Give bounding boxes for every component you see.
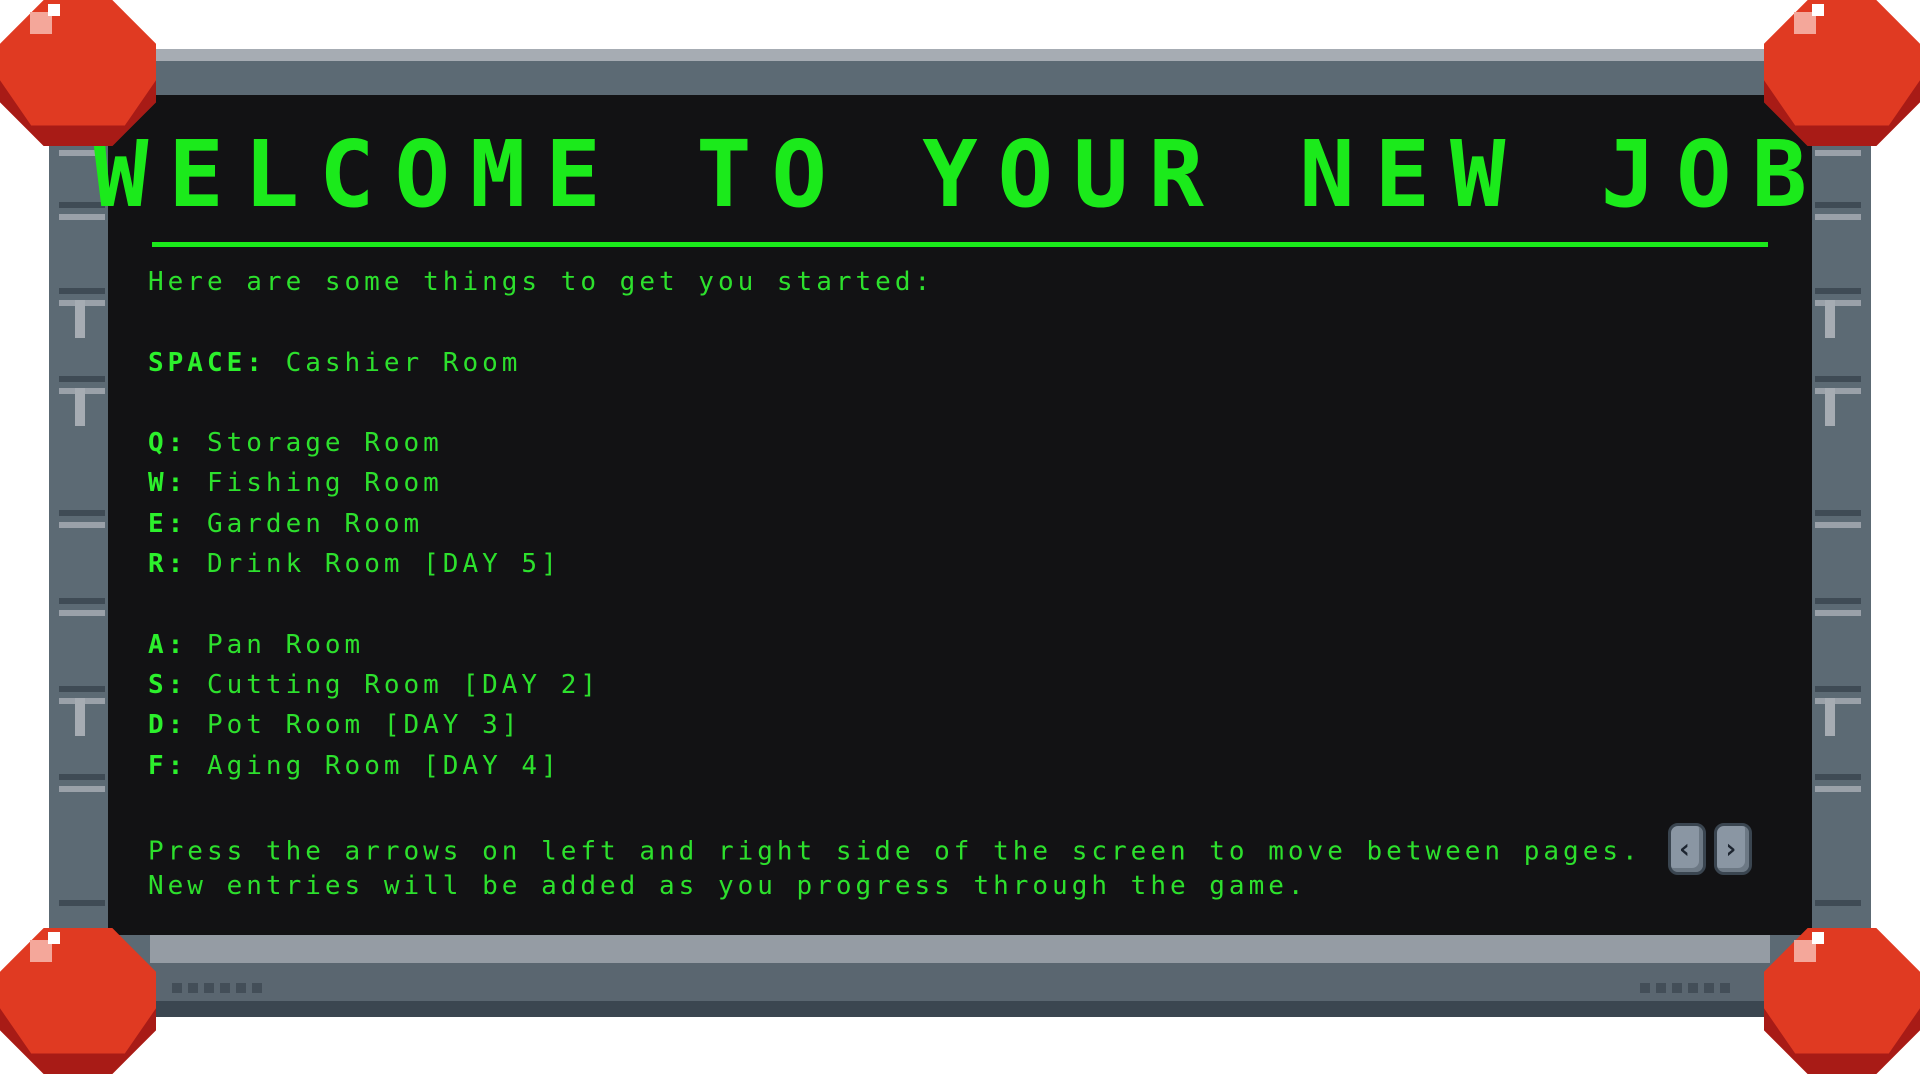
frame-bottom-shadow: [49, 1001, 1871, 1017]
right-arrow-icon: ›: [1713, 823, 1752, 876]
footer-instruction: Press the arrows on left and right side …: [148, 836, 1642, 867]
control-entry-e: E: Garden Room: [148, 504, 1752, 544]
control-entry-r: R: Drink Room [DAY 5]: [148, 544, 1752, 584]
title-divider: [152, 242, 1768, 247]
frame-top-band: [60, 61, 1860, 95]
control-key: W:: [148, 468, 188, 499]
controls-list: Here are some things to get you started:…: [148, 262, 1752, 907]
frame-rivets-right: [1640, 983, 1730, 993]
footer-line-1: Press the arrows on left and right side …: [148, 823, 1752, 876]
corner-bolt-top-right: [1764, 0, 1920, 146]
frame-top-highlight: [49, 49, 1871, 61]
control-entry-s: S: Cutting Room [DAY 2]: [148, 665, 1752, 705]
intro-text: Here are some things to get you started:: [148, 267, 935, 297]
control-entry-space: SPACE: Cashier Room: [148, 343, 1752, 383]
control-entry-w: W: Fishing Room: [148, 463, 1752, 503]
frame-bottom-band: [150, 963, 1770, 1001]
frame-rivets-left: [172, 983, 262, 993]
corner-bolt-bottom-right: [1764, 928, 1920, 1074]
control-label: Cutting Room [DAY 2]: [187, 669, 601, 700]
control-label: Pot Room [DAY 3]: [187, 710, 522, 741]
left-arrow-icon: ‹: [1667, 823, 1706, 876]
control-key: R:: [148, 549, 188, 580]
control-entry-f: F: Aging Room [DAY 4]: [148, 746, 1752, 786]
footer-line-2: New entries will be added as you progres…: [148, 871, 1308, 902]
corner-bolt-top-left: [0, 0, 156, 146]
control-label: Drink Room [DAY 5]: [187, 549, 561, 580]
control-label: Aging Room [DAY 4]: [187, 750, 561, 781]
control-key: D:: [148, 710, 188, 741]
control-key: F:: [148, 750, 188, 781]
arrow-icons: ‹ ›: [1667, 823, 1752, 876]
frame-right-bricks: [1811, 150, 1871, 930]
page-title: WELCOME TO YOUR NEW JOB: [93, 121, 1827, 228]
control-key: Q:: [148, 428, 188, 459]
control-label: Garden Room: [187, 508, 424, 539]
control-key: S:: [148, 669, 188, 700]
frame-bottom-highlight: [150, 935, 1770, 963]
control-label: Pan Room: [187, 629, 365, 660]
control-key: SPACE:: [148, 347, 266, 378]
control-entry-q: Q: Storage Room: [148, 423, 1752, 463]
control-entry-a: A: Pan Room: [148, 625, 1752, 665]
control-label: Cashier Room: [265, 347, 522, 378]
game-screen: WELCOME TO YOUR NEW JOB Here are some th…: [0, 0, 1920, 1080]
control-key: E:: [148, 508, 188, 539]
frame-left-bricks: [49, 150, 109, 930]
control-label: Fishing Room: [187, 468, 443, 499]
corner-bolt-bottom-left: [0, 928, 156, 1074]
control-entry-d: D: Pot Room [DAY 3]: [148, 705, 1752, 745]
control-key: A:: [148, 629, 188, 660]
control-label: Storage Room: [187, 428, 443, 459]
